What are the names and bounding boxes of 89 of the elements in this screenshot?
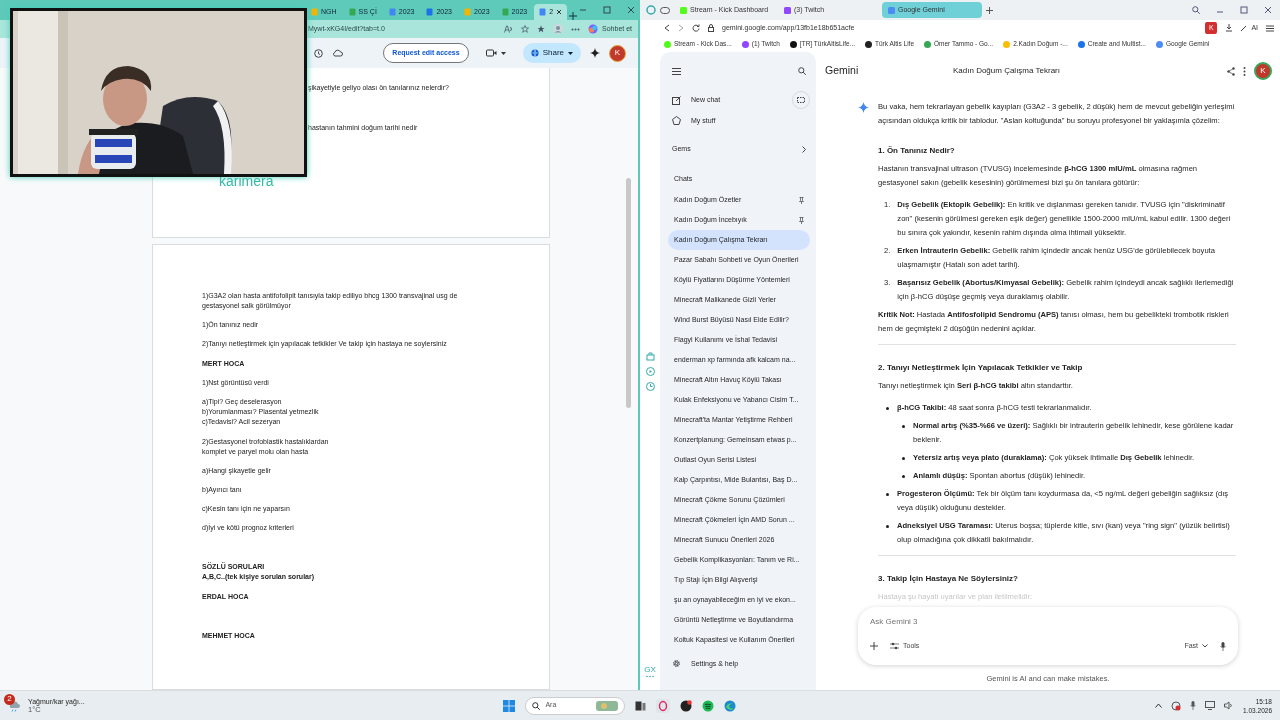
lock-icon <box>708 24 714 32</box>
avatar[interactable]: K <box>609 44 626 62</box>
read-aloud-icon[interactable] <box>504 25 514 33</box>
document-icon <box>348 8 356 16</box>
bullet-icon <box>902 457 905 460</box>
tab-favicon-icon <box>680 6 687 14</box>
document-icon <box>464 8 471 16</box>
chevron-icon <box>1202 644 1208 648</box>
tab-favicon-icon <box>784 6 791 14</box>
document-icon <box>311 8 318 16</box>
bookmark-favicon-icon <box>1077 40 1085 48</box>
history-icon[interactable] <box>314 48 323 58</box>
new-tab-icon[interactable] <box>569 12 578 20</box>
download-icon[interactable] <box>1225 24 1234 32</box>
notification-badge: 2 <box>4 693 15 705</box>
document-icon <box>426 8 434 16</box>
caret-icon[interactable] <box>500 51 506 55</box>
sparkle-icon[interactable] <box>590 48 600 58</box>
close-icon[interactable] <box>556 9 563 15</box>
wand-icon <box>1241 25 1248 31</box>
start-icon[interactable] <box>503 699 516 712</box>
bullet-icon <box>886 407 889 410</box>
app-icon[interactable] <box>680 699 693 712</box>
bookmark-favicon-icon <box>741 40 749 48</box>
menu-icon[interactable] <box>1266 24 1274 32</box>
new-tab-icon[interactable] <box>986 6 993 14</box>
scrollbar-thumb[interactable] <box>626 178 631 408</box>
clock-icon[interactable] <box>645 382 655 391</box>
back-icon[interactable] <box>664 24 670 32</box>
globe-icon <box>530 49 539 57</box>
section-heading: 1. Ön Tanınız Nedir? <box>878 145 956 157</box>
tab-favicon-icon <box>888 6 895 14</box>
edge-icon[interactable] <box>724 699 737 712</box>
bookmark-favicon-icon <box>664 40 671 48</box>
chevron-icon <box>802 145 806 153</box>
video-call-icon[interactable] <box>485 49 497 57</box>
star-icon[interactable] <box>521 25 530 33</box>
sparkle-icon <box>858 102 869 113</box>
microphone-icon[interactable] <box>1190 701 1197 710</box>
document-icon <box>388 8 396 16</box>
caret-icon <box>568 51 573 55</box>
bullet-icon <box>886 525 889 528</box>
microphone-icon[interactable] <box>1220 641 1226 651</box>
network-icon[interactable] <box>1205 701 1216 710</box>
share-button[interactable]: Share <box>522 43 581 63</box>
share-icon[interactable] <box>1227 66 1235 76</box>
search-icon[interactable] <box>1192 6 1200 14</box>
weather-icon <box>8 699 20 712</box>
settings-icon <box>672 659 681 669</box>
close-icon[interactable] <box>627 6 636 14</box>
logo-text: karimera <box>219 172 274 191</box>
bookmark-favicon-icon <box>1155 40 1163 48</box>
favorites-icon[interactable] <box>537 25 546 33</box>
bookmark-favicon-icon <box>1003 40 1011 48</box>
close-icon[interactable] <box>1264 6 1272 14</box>
temporary-chat-icon[interactable] <box>792 91 810 110</box>
document-icon <box>501 8 509 16</box>
maximize-icon[interactable] <box>1240 6 1248 14</box>
avatar[interactable]: K <box>1254 62 1272 80</box>
opera-icon[interactable] <box>656 698 671 713</box>
shield-icon[interactable] <box>1171 700 1182 711</box>
more-icon[interactable] <box>571 27 581 31</box>
copilot-icon[interactable] <box>588 24 599 34</box>
bullet-icon <box>902 425 905 428</box>
chat-title: Kadın Doğum Çalışma Tekrarı <box>953 65 1061 77</box>
volume-icon[interactable] <box>1224 701 1235 710</box>
plus-icon[interactable] <box>870 642 878 650</box>
more-icon[interactable] <box>1243 66 1246 76</box>
search-icon[interactable] <box>798 67 806 75</box>
task-view-icon[interactable] <box>635 700 647 711</box>
section-heading: 2. Tanıyı Netleştirmek İçin Yapılacak Tetkikler ve Takip <box>878 362 1084 374</box>
sliders-icon <box>890 642 899 650</box>
bookmark-favicon-icon <box>789 40 797 48</box>
section-heading: 3. Takip İçin Hastaya Ne Söylersiniz? <box>878 573 1019 585</box>
chevron-up-icon[interactable] <box>1155 703 1163 708</box>
bullet-icon <box>902 475 905 478</box>
bookmark-favicon-icon <box>865 40 872 48</box>
bookmark-favicon-icon <box>924 40 932 48</box>
reload-icon[interactable] <box>692 24 700 32</box>
bullet-icon <box>886 493 889 496</box>
brand-name: Gemini <box>825 63 860 79</box>
search-icon <box>532 701 541 710</box>
edit-icon <box>672 95 681 105</box>
document-icon <box>539 8 547 16</box>
gem-icon <box>672 116 681 126</box>
menu-icon[interactable] <box>672 67 681 75</box>
cloud-icon <box>332 49 343 57</box>
spotify-icon[interactable] <box>702 699 715 712</box>
maximize-icon[interactable] <box>603 6 612 14</box>
